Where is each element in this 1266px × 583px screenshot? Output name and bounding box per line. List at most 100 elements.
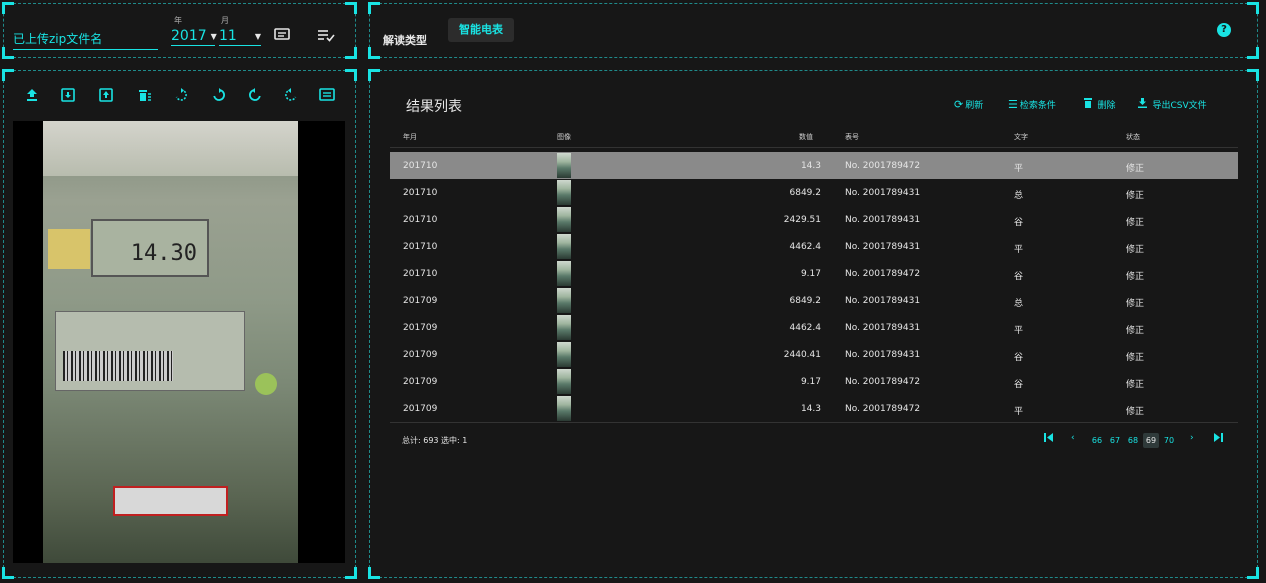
table-header: 年月 图像 数值 表号 文字 状态 [390, 128, 1238, 148]
rotate-ccw-dashed-icon[interactable] [282, 88, 300, 106]
meter-photo[interactable]: 14.30 [13, 121, 345, 563]
row-status: 修正 [1126, 218, 1145, 228]
row-text: 平 [1014, 164, 1024, 174]
seal-sticker [113, 486, 228, 516]
row-thumbnail[interactable] [557, 180, 571, 205]
table-row[interactable]: 201709 9.17 No. 2001789472 谷 修正 [390, 368, 1238, 395]
corner-accent [1247, 567, 1259, 579]
trash-icon [1084, 98, 1096, 111]
row-thumbnail[interactable] [557, 342, 571, 367]
year-value: 2017 [171, 28, 207, 44]
row-text: 谷 [1014, 218, 1024, 228]
row-thumbnail[interactable] [557, 288, 571, 313]
search-conditions-button[interactable]: ☰ 检索条件 [1008, 98, 1056, 111]
row-year-month: 201709 [403, 377, 438, 387]
row-thumbnail[interactable] [557, 234, 571, 259]
upload-icon[interactable] [23, 88, 41, 106]
breaker-row [43, 121, 298, 176]
chevron-down-icon: ▼ [210, 31, 217, 41]
next-page-icon[interactable]: › [1190, 433, 1194, 443]
smart-meter-type-button[interactable]: 智能电表 [448, 18, 514, 42]
table-row[interactable]: 201709 2440.41 No. 2001789431 谷 修正 [390, 341, 1238, 368]
col-year-month[interactable]: 年月 [403, 132, 417, 142]
row-text: 总 [1014, 191, 1024, 201]
export-csv-button[interactable]: 导出CSV文件 [1138, 98, 1207, 111]
row-thumbnail[interactable] [557, 261, 571, 286]
rotate-cw-dashed-icon[interactable] [172, 88, 190, 106]
row-text: 谷 [1014, 272, 1024, 282]
table-row[interactable]: 201710 14.3 No. 2001789472 平 修正 [390, 152, 1238, 179]
rotate-ccw-icon[interactable] [246, 88, 264, 106]
delete-button[interactable]: 删除 [1084, 98, 1116, 111]
row-status: 修正 [1126, 407, 1145, 417]
row-status: 修正 [1126, 272, 1145, 282]
row-thumbnail[interactable] [557, 153, 571, 178]
page-70[interactable]: 70 [1161, 433, 1177, 448]
first-page-icon[interactable] [1044, 433, 1053, 445]
row-thumbnail[interactable] [557, 315, 571, 340]
row-year-month: 201710 [403, 161, 438, 171]
image-viewer-panel: 14.30 [2, 69, 357, 579]
row-meter-no: No. 2001789431 [845, 242, 921, 252]
page-69-current[interactable]: 69 [1143, 433, 1159, 448]
table-row[interactable]: 201710 9.17 No. 2001789472 谷 修正 [390, 260, 1238, 287]
corner-accent [345, 567, 357, 579]
help-icon[interactable]: ? [1217, 23, 1231, 37]
row-value: 14.3 [800, 404, 821, 414]
table-row[interactable]: 201709 6849.2 No. 2001789431 总 修正 [390, 287, 1238, 314]
col-image[interactable]: 图像 [557, 132, 571, 142]
col-meter-no[interactable]: 表号 [845, 132, 859, 142]
table-row[interactable]: 201710 4462.4 No. 2001789431 平 修正 [390, 233, 1238, 260]
row-status: 修正 [1126, 353, 1145, 363]
row-meter-no: No. 2001789431 [845, 188, 921, 198]
warning-sticker [48, 229, 90, 269]
page-66[interactable]: 66 [1089, 433, 1105, 448]
row-meter-no: No. 2001789472 [845, 404, 921, 414]
corner-accent [368, 47, 380, 59]
row-status: 修正 [1126, 164, 1145, 174]
delete-all-icon[interactable] [136, 88, 154, 106]
prev-page-icon[interactable]: ‹ [1071, 433, 1075, 443]
corner-accent [1247, 2, 1259, 14]
zip-file-name-field[interactable]: 已上传zip文件名 [13, 30, 158, 50]
subtitles-icon[interactable] [318, 88, 336, 106]
row-meter-no: No. 2001789431 [845, 296, 921, 306]
corner-accent [345, 47, 357, 59]
row-thumbnail[interactable] [557, 369, 571, 394]
page-68[interactable]: 68 [1125, 433, 1141, 448]
chevron-down-icon: ▼ [254, 31, 261, 41]
last-page-icon[interactable] [1214, 433, 1223, 445]
row-value: 14.3 [800, 161, 821, 171]
result-table-body: 201710 14.3 No. 2001789472 平 修正 201710 6… [390, 152, 1238, 422]
download-icon[interactable] [59, 88, 77, 106]
table-row[interactable]: 201710 2429.51 No. 2001789431 谷 修正 [390, 206, 1238, 233]
col-status[interactable]: 状态 [1126, 132, 1140, 142]
download-icon [1138, 98, 1151, 111]
rotate-cw-icon[interactable] [210, 88, 228, 106]
table-row[interactable]: 201709 14.3 No. 2001789472 平 修正 [390, 395, 1238, 422]
table-row[interactable]: 201710 6849.2 No. 2001789431 总 修正 [390, 179, 1238, 206]
page-67[interactable]: 67 [1107, 433, 1123, 448]
row-year-month: 201710 [403, 242, 438, 252]
table-row[interactable]: 201709 4462.4 No. 2001789431 平 修正 [390, 314, 1238, 341]
row-meter-no: No. 2001789472 [845, 161, 921, 171]
row-thumbnail[interactable] [557, 396, 571, 421]
row-meter-no: No. 2001789431 [845, 323, 921, 333]
year-select[interactable]: 2017 ▼ [171, 28, 217, 46]
corner-accent [368, 69, 380, 81]
year-label: 年 [174, 16, 182, 25]
refresh-button[interactable]: ⟳ 刷新 [954, 98, 983, 111]
month-select[interactable]: 11 ▼ [219, 28, 261, 46]
row-value: 9.17 [800, 377, 821, 387]
col-text[interactable]: 文字 [1014, 132, 1028, 142]
row-year-month: 201709 [403, 404, 438, 414]
col-value[interactable]: 数值 [799, 132, 813, 142]
row-meter-no: No. 2001789431 [845, 215, 921, 225]
list-view-icon[interactable] [274, 28, 290, 46]
check-list-icon[interactable] [317, 28, 335, 46]
row-thumbnail[interactable] [557, 207, 571, 232]
row-year-month: 201709 [403, 296, 438, 306]
row-meter-no: No. 2001789472 [845, 377, 921, 387]
barcode [63, 351, 173, 381]
frame-icon[interactable] [97, 88, 115, 106]
